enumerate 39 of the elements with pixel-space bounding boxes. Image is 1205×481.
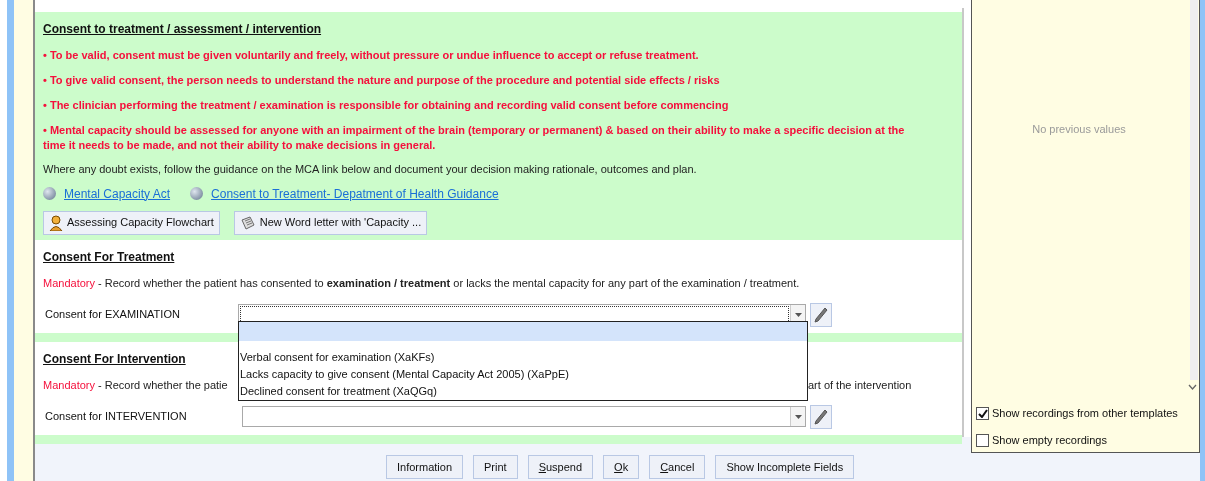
dropdown-field[interactable]: [242, 406, 806, 427]
warning-text: • To give valid consent, the person needs to understand the nature and purpose of the procedure and potential side effects / risks: [43, 73, 721, 88]
footer-button[interactable]: Suspend: [527, 455, 594, 479]
document-icon: [239, 215, 256, 230]
scroll-down-icon: [1188, 384, 1197, 391]
section-heading: Consent to treatment / assessment / intervention: [43, 21, 323, 38]
checkbox-label: Show recordings from other templates: [992, 406, 1178, 421]
mandatory-text: art of the intervention: [808, 378, 912, 393]
person-icon: [49, 214, 63, 231]
dropdown-option[interactable]: Verbal consent for examination (XaKFs): [239, 349, 807, 366]
globe-icon: [43, 187, 56, 200]
dropdown-option[interactable]: Declined consent for treatment (XaQGq): [239, 383, 807, 400]
checkbox[interactable]: [976, 433, 989, 447]
footer-button[interactable]: Show Incomplete Fields: [715, 455, 855, 479]
footer-button[interactable]: Ok: [603, 455, 640, 479]
warning-text: • Mental capacity should be assessed for anyone with an impairment of the brain (temporary or permanent) & based on their ability to make a specific decision at the time it needs to be made, and not their ability to make decisions in general.: [43, 123, 906, 153]
mandatory-text: Mandatory - Record whether the patient has consented to examination / treatment or lacks the mental capacity for any part of the examination / treatment.: [43, 276, 800, 291]
link[interactable]: Mental Capacity Act: [64, 184, 171, 203]
footer-button[interactable]: Information: [386, 455, 464, 479]
link[interactable]: Consent to Treatment- Depatment of Health Guidance: [211, 184, 499, 203]
guidance-text: Where any doubt exists, follow the guidance on the MCA link below and document your decision making rationale, outcomes and plan.: [43, 162, 698, 177]
section-heading: Consent For Intervention: [43, 351, 186, 368]
dropdown-option[interactable]: Lacks capacity to give consent (Mental Capacity Act 2005) (XaPpE): [239, 366, 807, 383]
flowchart-button[interactable]: Assessing Capacity Flowchart: [43, 210, 220, 235]
pencil-button[interactable]: [810, 302, 832, 327]
pencil-button[interactable]: [810, 404, 832, 429]
field-label: Consent for INTERVENTION: [44, 409, 188, 425]
warning-text: • To be valid, consent must be given voluntarily and freely, without pressure or undue influence to accept or refuse treatment.: [43, 48, 700, 63]
mandatory-text: Mandatory - Record whether the patie: [43, 378, 228, 393]
globe-icon: [190, 187, 204, 200]
field-label: Consent for EXAMINATION: [44, 307, 181, 323]
checkbox-label: Show empty recordings: [992, 433, 1107, 448]
footer-button[interactable]: Cancel: [649, 455, 706, 479]
checkbox[interactable]: [976, 406, 989, 420]
section-heading: Consent For Treatment: [43, 249, 175, 266]
word-letter-button[interactable]: New Word letter with 'Capacity ...: [233, 210, 428, 235]
empty-message: No previous values: [1031, 122, 1127, 137]
warning-text: • The clinician performing the treatment / examination is responsible for obtaining and recording valid consent before commencing: [43, 98, 730, 113]
footer-button[interactable]: Print: [473, 455, 518, 479]
